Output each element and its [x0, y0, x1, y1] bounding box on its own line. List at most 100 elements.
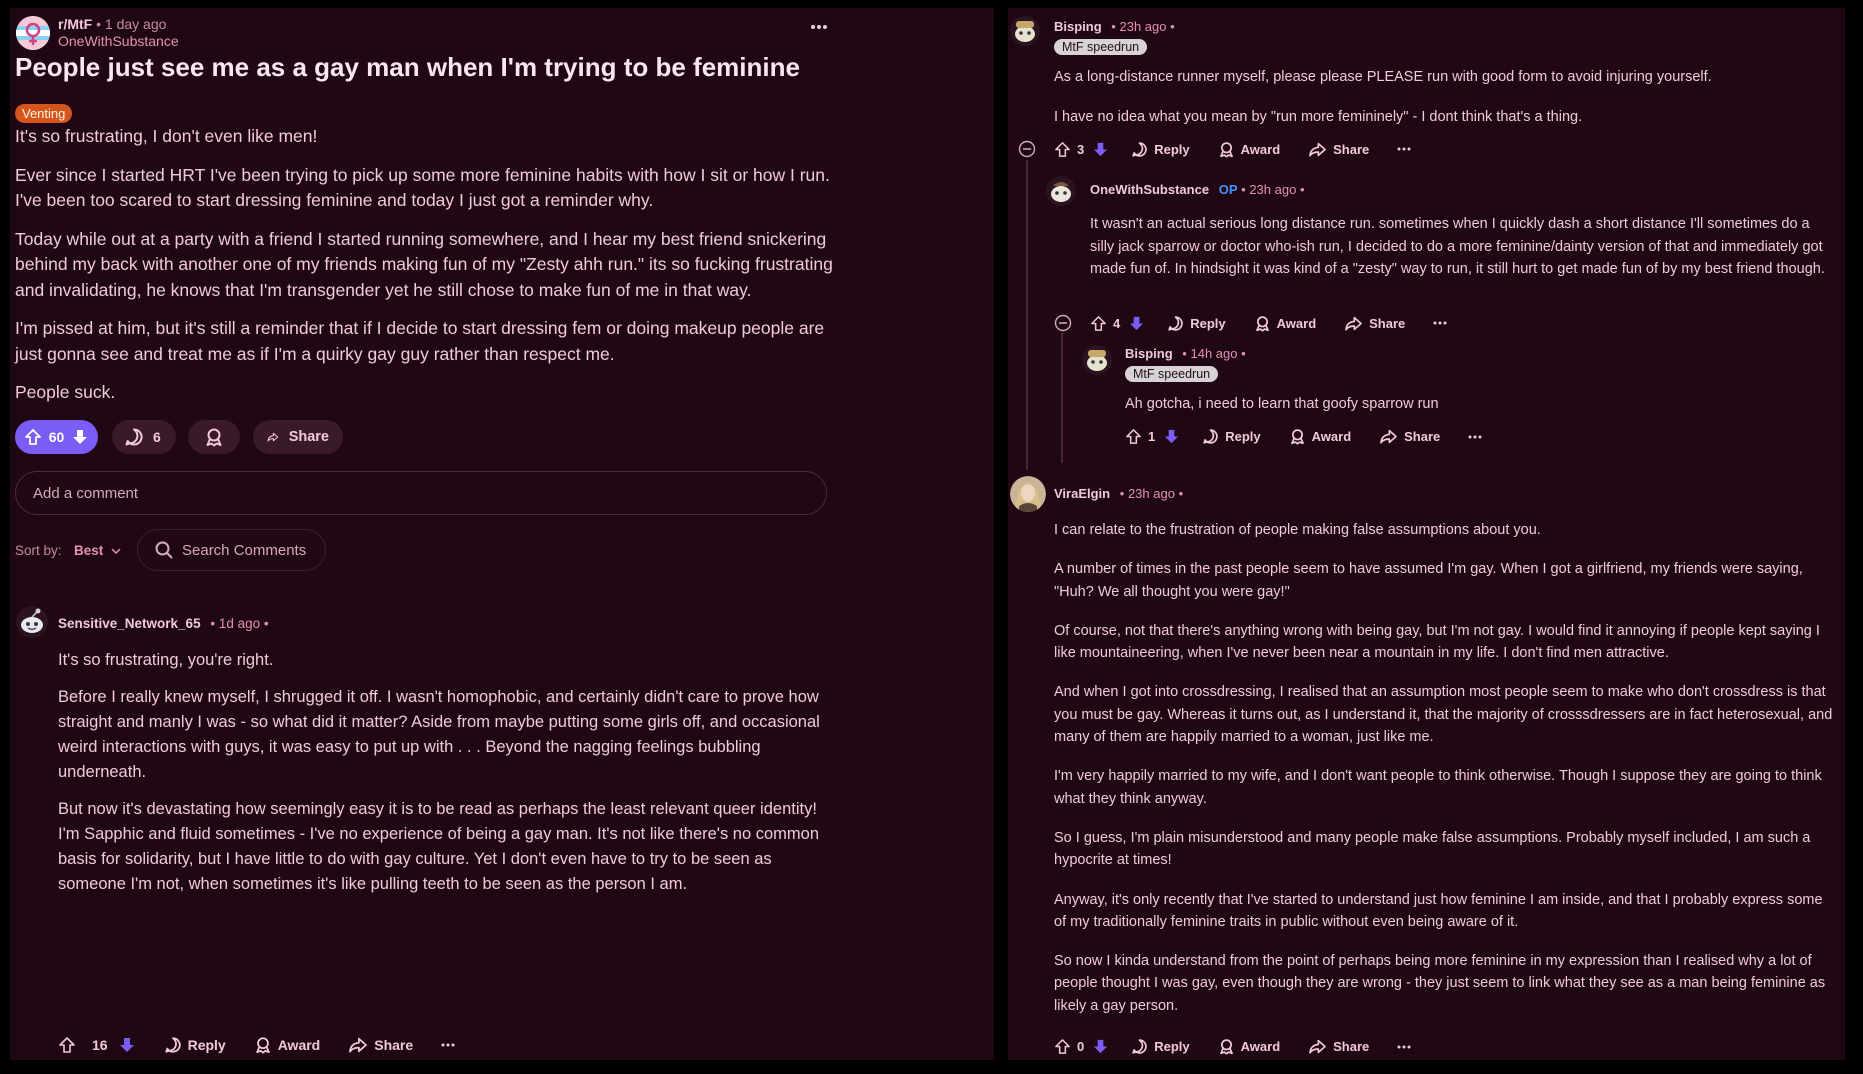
separator-dot: •	[263, 616, 269, 631]
search-icon	[155, 541, 173, 559]
reply-button[interactable]: Reply	[1202, 428, 1261, 445]
post-award-button[interactable]	[188, 420, 240, 454]
comment-author[interactable]: Sensitive_Network_65	[58, 616, 201, 631]
share-arrow-icon	[1309, 1039, 1326, 1054]
downvote-button[interactable]	[1092, 141, 1109, 158]
reply-button[interactable]: Reply	[1131, 141, 1190, 158]
add-comment-input[interactable]: Add a comment	[15, 471, 827, 515]
upvote-button[interactable]	[1090, 315, 1107, 332]
separator-dot: •	[210, 616, 216, 631]
reply-button[interactable]: Reply	[1131, 1038, 1190, 1055]
post-share-button[interactable]: Share	[253, 420, 343, 454]
award-label: Award	[1240, 1039, 1281, 1054]
post-time: 1 day ago	[104, 16, 167, 32]
comment-body: It's so frustrating, you're right. Befor…	[58, 648, 828, 897]
comment-author[interactable]: OneWithSubstance	[1090, 182, 1209, 197]
sort-dropdown[interactable]: Best	[74, 543, 121, 558]
downvote-arrow-icon	[1094, 1039, 1108, 1054]
commenter-avatar[interactable]	[1010, 16, 1040, 46]
award-button[interactable]: Award	[1218, 141, 1280, 158]
sort-value: Best	[74, 543, 104, 558]
downvote-button[interactable]	[118, 1036, 136, 1054]
upvote-button[interactable]	[1125, 428, 1142, 445]
comment-paragraph: Anyway, it's only recently that I've sta…	[1054, 891, 1823, 930]
award-button[interactable]: Award	[1289, 428, 1352, 445]
award-button[interactable]: Award	[254, 1036, 321, 1054]
downvote-button[interactable]	[71, 428, 89, 446]
comment-more-button[interactable]	[1468, 435, 1482, 439]
comment-more-button[interactable]	[441, 1043, 455, 1047]
award-button[interactable]: Award	[1254, 315, 1317, 332]
post-flair[interactable]: Venting	[15, 104, 73, 123]
comment-more-button[interactable]	[1397, 147, 1411, 151]
award-label: Award	[1276, 315, 1317, 331]
separator-dot: •	[1182, 346, 1187, 361]
upvote-button[interactable]	[1054, 1038, 1071, 1055]
snoo-avatar-icon	[16, 606, 48, 638]
reply-button[interactable]: Reply	[164, 1036, 226, 1054]
post-author[interactable]: OneWithSubstance	[58, 33, 179, 49]
comment-vote-count: 3	[1077, 141, 1085, 157]
subreddit-name[interactable]: r/MtF	[58, 16, 92, 32]
comment-time: 14h ago	[1190, 346, 1238, 361]
reply-label: Reply	[1154, 1039, 1190, 1054]
comment-paragraph: I can relate to the frustration of peopl…	[1054, 522, 1541, 538]
separator-dot: •	[1299, 182, 1305, 197]
comment-more-button[interactable]	[1433, 321, 1447, 325]
share-button[interactable]: Share	[1308, 1039, 1369, 1054]
share-button[interactable]: Share	[1308, 142, 1369, 157]
downvote-arrow-icon	[1130, 316, 1144, 330]
thread-line	[1061, 333, 1063, 463]
collapse-thread-button[interactable]	[1018, 140, 1036, 158]
award-label: Award	[1311, 429, 1352, 444]
commenter-avatar[interactable]	[16, 606, 48, 638]
search-comments-placeholder: Search Comments	[182, 541, 307, 559]
separator-dot: •	[96, 16, 102, 32]
separator-dot: •	[1241, 182, 1246, 197]
comment-time: 1d ago	[218, 616, 261, 631]
upvote-button[interactable]	[1054, 141, 1071, 158]
upvote-button[interactable]	[58, 1036, 76, 1054]
share-button[interactable]: Share	[1379, 429, 1440, 444]
collapse-thread-button[interactable]	[1054, 314, 1072, 332]
comment-paragraph: So now I kinda understand from the point…	[1054, 953, 1826, 1014]
comment-more-button[interactable]	[1397, 1045, 1411, 1049]
add-comment-placeholder: Add a comment	[33, 485, 139, 502]
commenter-avatar[interactable]	[1010, 476, 1046, 512]
comment-author[interactable]: Bisping	[1054, 19, 1102, 34]
post-body: It's so frustrating, I don't even like m…	[15, 124, 837, 406]
downvote-button[interactable]	[1163, 428, 1180, 445]
award-icon	[255, 1037, 270, 1054]
search-comments-input[interactable]: Search Comments	[137, 529, 326, 571]
sort-label: Sort by:	[15, 543, 62, 558]
share-arrow-icon	[349, 1037, 368, 1053]
award-label: Award	[277, 1037, 321, 1053]
upvote-arrow-icon	[1055, 141, 1070, 157]
comment-paragraph: And when I got into crossdressing, I rea…	[1054, 684, 1833, 746]
comment-bubble-icon	[1168, 315, 1183, 331]
comment-author[interactable]: ViraElgin	[1054, 486, 1110, 501]
separator-dot: •	[1119, 486, 1125, 501]
commenter-avatar[interactable]	[1082, 345, 1112, 375]
downvote-arrow-icon	[72, 430, 87, 444]
snoo-avatar-icon	[1046, 176, 1076, 206]
share-label: Share	[1404, 429, 1441, 444]
award-icon	[1290, 429, 1304, 445]
comment-paragraph: It's so frustrating, you're right.	[58, 651, 274, 669]
upvote-arrow-icon	[1126, 429, 1141, 444]
downvote-button[interactable]	[1128, 315, 1145, 332]
post-more-button[interactable]	[810, 24, 828, 30]
commenter-avatar[interactable]	[1046, 176, 1076, 206]
reply-button[interactable]: Reply	[1167, 315, 1226, 332]
post-comments-button[interactable]: 6	[112, 420, 176, 454]
comment-actions: 16 Reply Award Share	[58, 1036, 483, 1054]
comment-actions: 0 Reply Award Share	[1054, 1038, 1439, 1055]
downvote-button[interactable]	[1092, 1038, 1109, 1055]
comment-author[interactable]: Bisping	[1125, 346, 1173, 361]
award-button[interactable]: Award	[1218, 1038, 1281, 1055]
ellipsis-icon	[811, 25, 827, 29]
upvote-button[interactable]	[24, 428, 42, 446]
subreddit-avatar[interactable]	[16, 16, 50, 50]
share-button[interactable]: Share	[1344, 316, 1405, 331]
share-button[interactable]: Share	[348, 1037, 413, 1053]
